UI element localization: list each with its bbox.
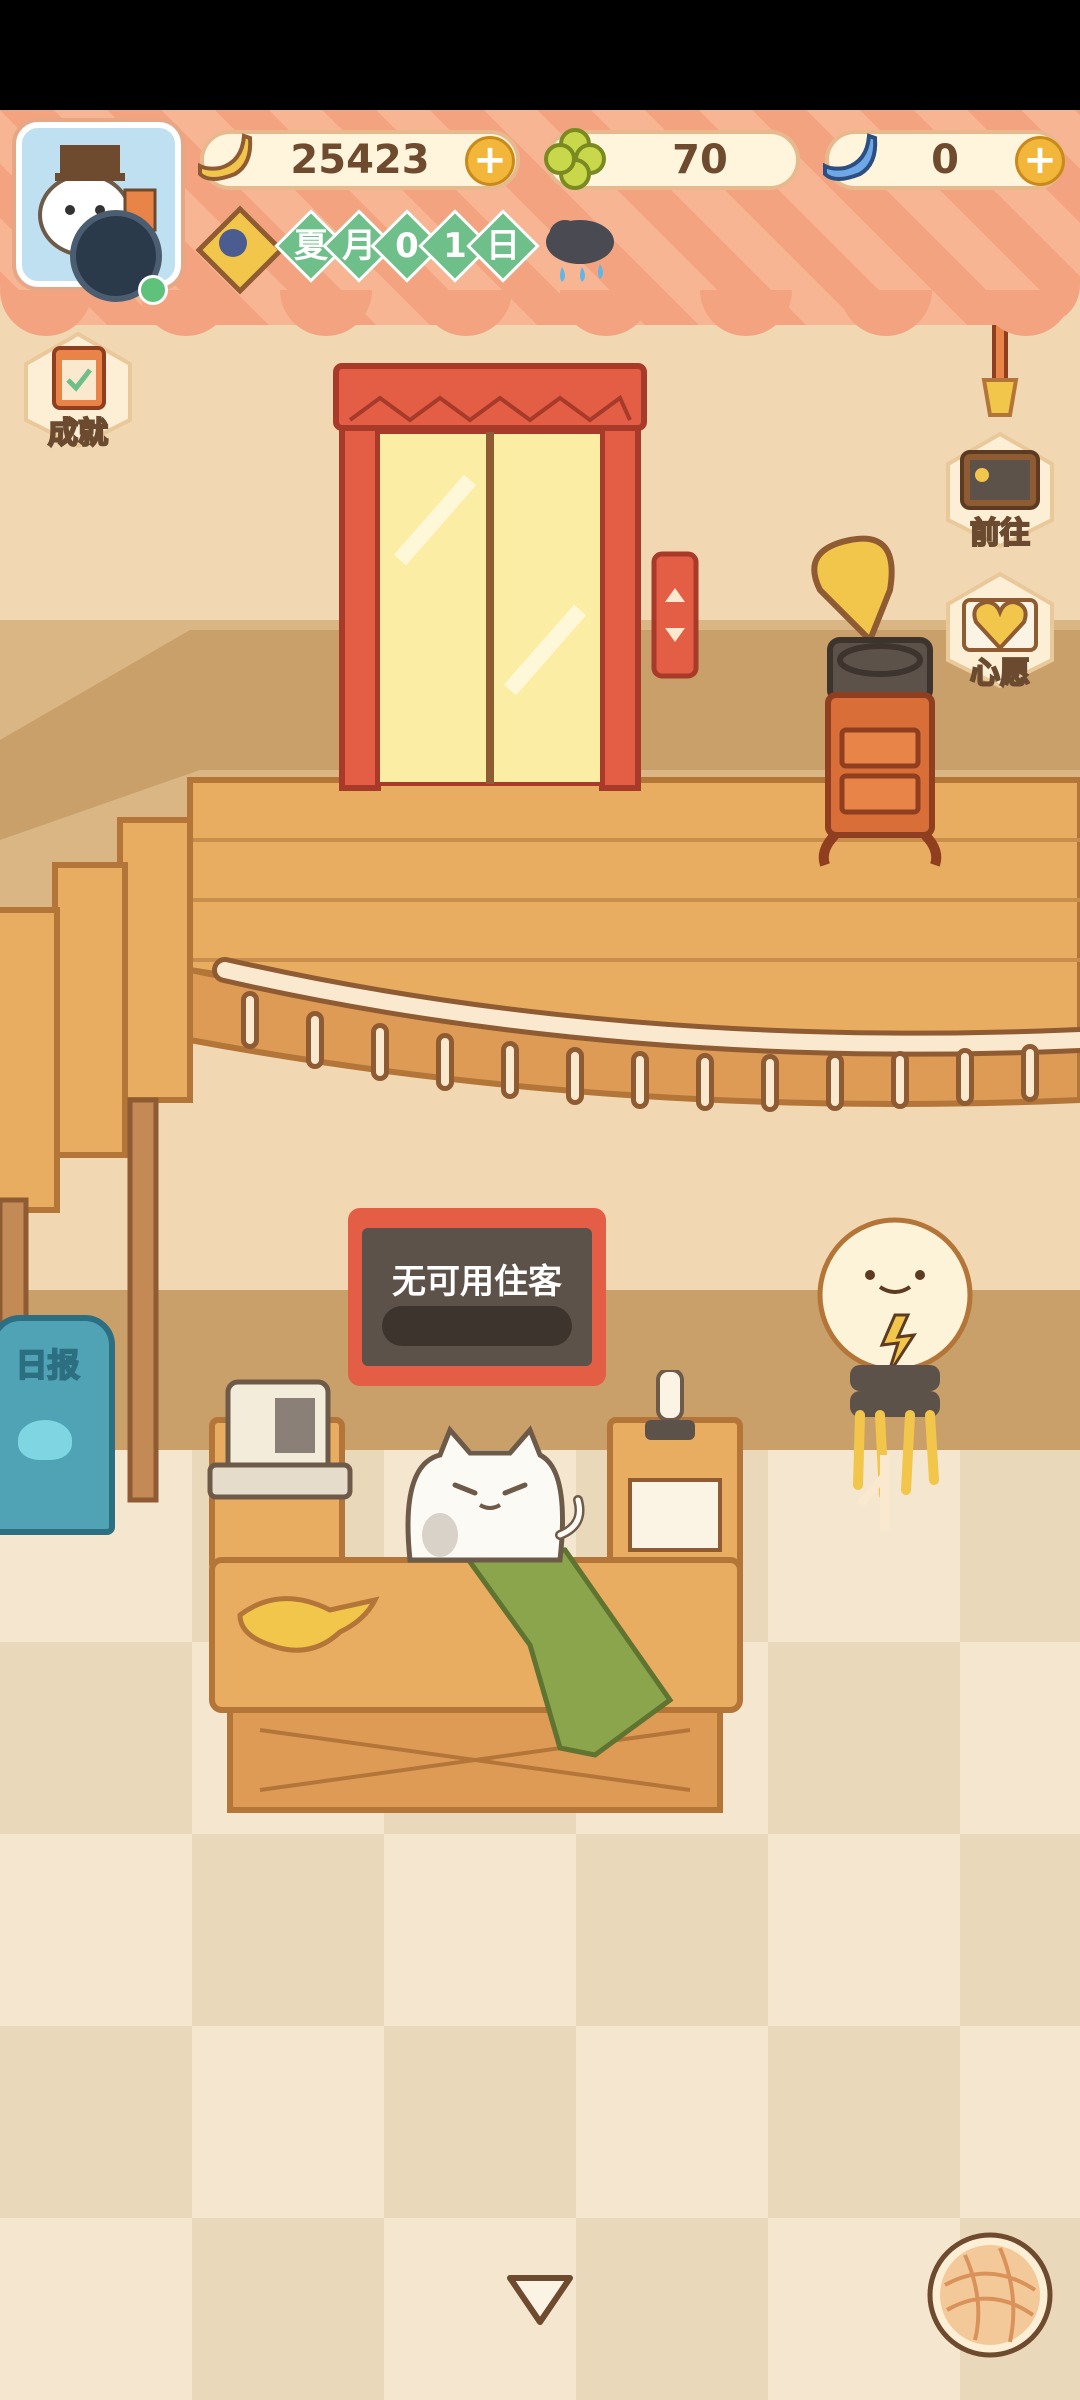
goto-label: 前往 [969, 515, 1031, 552]
yarn-ball-menu-button[interactable] [925, 2230, 1055, 2360]
elevator-call-button[interactable] [650, 550, 700, 680]
rain-cloud-icon [546, 220, 614, 282]
add-banana-button[interactable]: + [465, 136, 515, 186]
add-blue-banana-button[interactable]: + [1015, 136, 1065, 186]
guest-status-text: 无可用住客 [392, 1262, 562, 1302]
achievements-label: 成就 [47, 415, 109, 452]
guest-status-bar [382, 1306, 572, 1346]
banana-count: 25423 [290, 137, 430, 183]
gramophone[interactable] [790, 530, 960, 870]
clover-count: 70 [672, 137, 728, 183]
elevator-door[interactable] [330, 360, 650, 800]
chevron-down-icon[interactable] [505, 2270, 575, 2330]
blue-banana-icon [823, 133, 878, 181]
daily-news-label: 日报 [14, 1345, 80, 1385]
online-status-dot [138, 275, 168, 305]
banana-icon [198, 133, 253, 181]
cat-face-icon [18, 1420, 72, 1460]
date-day: 日 [486, 226, 520, 266]
wish-label: 心愿 [969, 655, 1031, 692]
blue-banana-count: 0 [931, 137, 959, 183]
lightbulb-character[interactable] [810, 1215, 980, 1535]
game-screen: 日报 无可用住客 25423 + 70 0 + 夏 月 0 1 日 成就 前往 … [0, 0, 1080, 2400]
cat-receptionist[interactable] [400, 1425, 590, 1565]
calendar-icon[interactable] [195, 205, 285, 295]
status-bar [0, 0, 1080, 110]
